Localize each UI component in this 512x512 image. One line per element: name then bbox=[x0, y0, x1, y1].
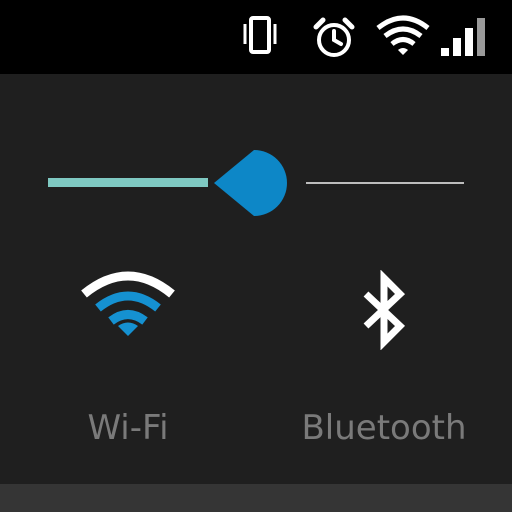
tile-bluetooth[interactable]: Bluetooth bbox=[274, 250, 494, 470]
tile-wifi[interactable]: Wi-Fi bbox=[18, 250, 238, 470]
tile-bluetooth-label: Bluetooth bbox=[301, 408, 467, 448]
tile-wifi-label: Wi-Fi bbox=[87, 408, 169, 448]
cell-signal-icon bbox=[441, 18, 485, 56]
brightness-slider[interactable] bbox=[40, 140, 472, 230]
slider-thumb[interactable] bbox=[214, 150, 287, 216]
status-bar bbox=[0, 0, 512, 74]
wifi-icon bbox=[81, 271, 175, 336]
vibrate-icon bbox=[243, 16, 277, 54]
panel-bottom-edge bbox=[0, 484, 512, 512]
slider-active-track bbox=[48, 178, 208, 187]
bluetooth-icon bbox=[363, 270, 406, 350]
wifi-signal-icon bbox=[376, 15, 430, 55]
alarm-icon bbox=[313, 17, 355, 57]
